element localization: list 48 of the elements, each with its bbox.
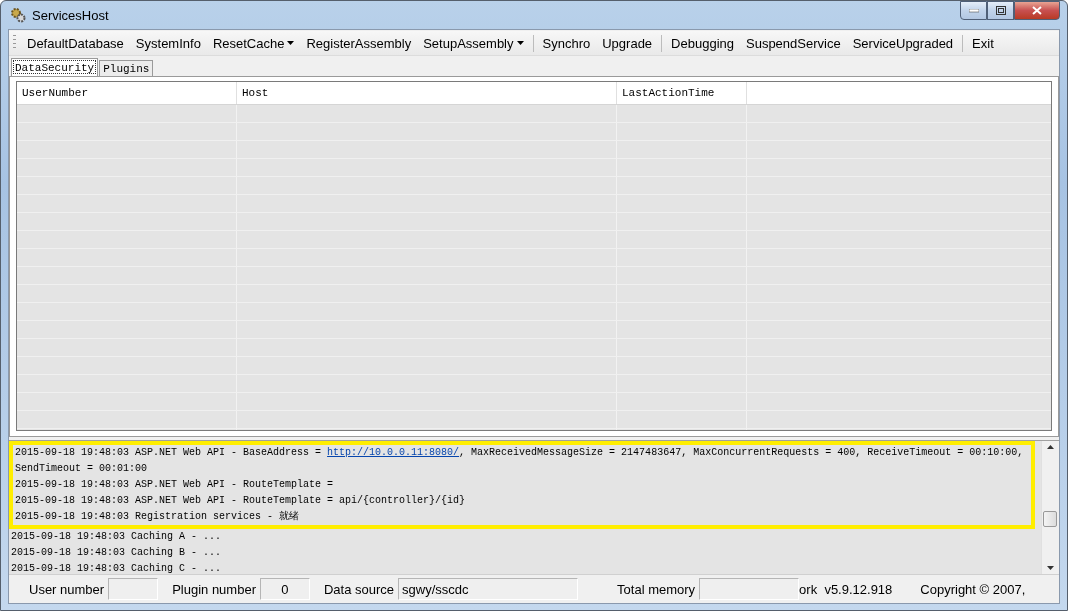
maximize-icon [995, 6, 1006, 15]
status-label: User number [28, 581, 106, 597]
status-label: Data source [322, 581, 396, 597]
status-field [108, 578, 159, 600]
toolbar-button[interactable]: RegisterAssembly [300, 32, 418, 54]
toolbar-button[interactable]: SystemInfo [129, 32, 207, 54]
log-line: 2015-09-18 19:48:03 Registration services - 就绪 [14, 509, 301, 524]
caret-icon [287, 41, 295, 45]
toolbar-button[interactable]: Exit [966, 32, 1000, 54]
scroll-down-icon[interactable] [1047, 566, 1054, 570]
minimize-icon [968, 8, 979, 13]
toolbar-button[interactable]: SuspendService [740, 32, 847, 54]
column-header[interactable]: UserNumber [17, 82, 237, 104]
address-link[interactable]: http://10.0.0.11:8080/ [327, 447, 460, 458]
scroll-up-icon[interactable] [1047, 445, 1054, 449]
log-line: 2015-09-18 19:48:03 ASP.NET Web API - BaseAddress = http://10.0.0.11:8080/, MaxReceivedMessageSize = 2147483647, MaxConcurrentRequests = 400, ReceiveTimeout = 00:10:00, [14, 446, 1025, 460]
status-field: 0 [259, 578, 310, 600]
copyright-text: Copyright © 2007, [920, 581, 1027, 597]
toolbar-dropdown[interactable]: SetupAssembly [417, 32, 530, 54]
log-line: 2015-09-18 19:48:03 Caching B - ... [10, 546, 223, 560]
toolbar-dropdown[interactable]: ResetCache [206, 32, 301, 54]
log-line: 2015-09-18 19:48:03 Caching A - ... [10, 530, 223, 544]
status-label: Plugin number [171, 581, 257, 597]
version-text: ork v5.9.12.918 [799, 581, 894, 597]
log-line: SendTimeout = 00:01:00 [14, 462, 149, 476]
toolbar-button[interactable]: Upgrade [596, 32, 659, 54]
column-header[interactable]: Host [237, 82, 617, 104]
minimize-button[interactable] [960, 1, 987, 20]
toolbar-button[interactable]: Debugging [665, 32, 740, 54]
caret-icon [516, 41, 524, 45]
toolbar-button[interactable]: Synchro [536, 32, 597, 54]
log-line: 2015-09-18 19:48:03 ASP.NET Web API - RouteTemplate = api/{controller}/{id} [14, 494, 467, 508]
status-field: sgwy/sscdc [398, 578, 579, 600]
tab[interactable]: Plugins [99, 60, 154, 76]
close-button[interactable] [1014, 1, 1060, 20]
toolbar-button[interactable]: DefaultDatabase [21, 32, 130, 54]
close-icon [1032, 6, 1042, 15]
scroll-thumb[interactable] [1043, 511, 1057, 527]
log-line: 2015-09-18 19:48:03 ASP.NET Web API - RouteTemplate = [14, 478, 335, 492]
log-line: 2015-09-18 19:48:03 Caching C - ... [10, 562, 223, 574]
status-label: Total memory [616, 581, 697, 597]
maximize-button[interactable] [987, 1, 1014, 20]
tab[interactable]: DataSecurity [11, 58, 99, 76]
scrollbar[interactable] [1041, 441, 1059, 574]
window-title: ServicesHost [32, 7, 109, 23]
gears-icon [10, 7, 26, 23]
column-header[interactable]: LastActionTime [617, 82, 747, 104]
toolbar-button[interactable]: ServiceUpgraded [846, 32, 960, 54]
